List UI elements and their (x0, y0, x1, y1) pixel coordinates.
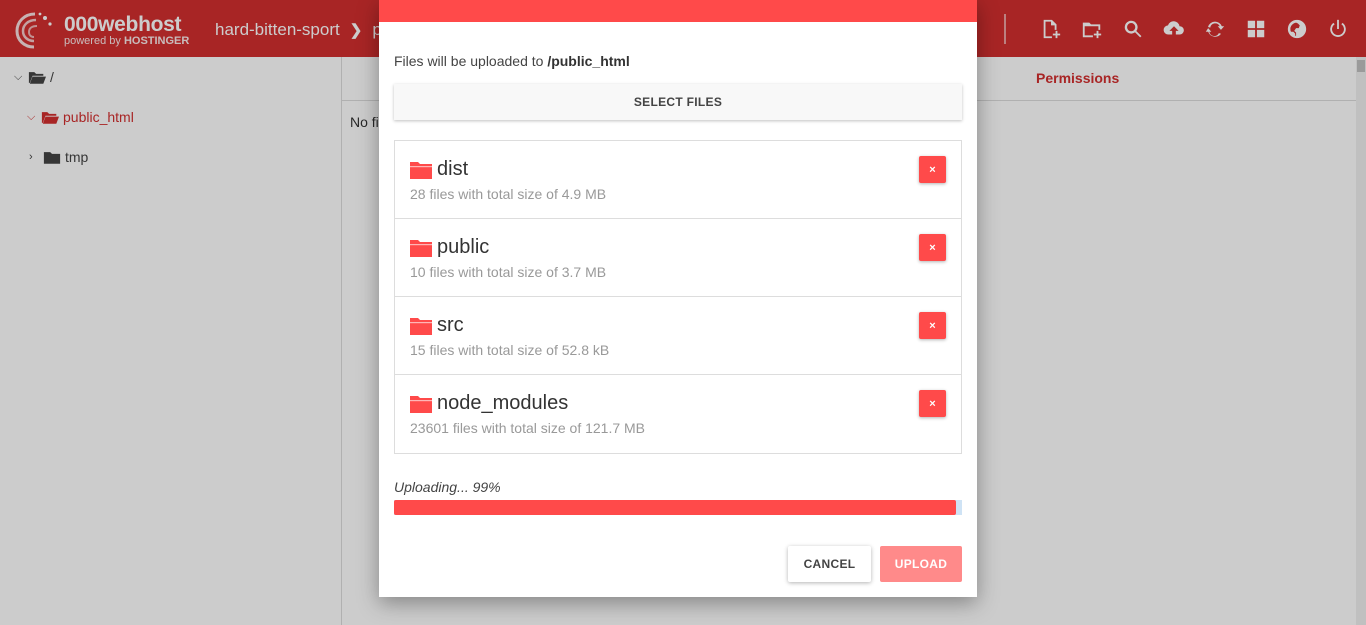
selected-files-list: dist 28 files with total size of 4.9 MB … (394, 140, 962, 454)
select-files-button[interactable]: SELECT FILES (394, 84, 962, 120)
upload-destination-path: /public_html (547, 53, 630, 69)
list-item: dist 28 files with total size of 4.9 MB … (395, 141, 961, 219)
file-name: dist (437, 158, 469, 180)
remove-file-button[interactable]: × (919, 390, 946, 417)
dialog-header-bar (379, 0, 977, 22)
file-info: 28 files with total size of 4.9 MB (410, 186, 607, 202)
upload-submit-button[interactable]: UPLOAD (880, 546, 962, 582)
upload-destination: Files will be uploaded to /public_html (394, 53, 630, 69)
upload-destination-prefix: Files will be uploaded to (394, 53, 544, 69)
upload-progress-bar (394, 500, 962, 515)
folder-icon (410, 395, 432, 413)
folder-icon (410, 317, 432, 335)
list-item: public 10 files with total size of 3.7 M… (395, 219, 961, 297)
upload-progress-fill (394, 500, 957, 515)
folder-icon (410, 161, 432, 179)
remove-file-button[interactable]: × (919, 312, 946, 339)
file-name: node_modules (437, 392, 569, 414)
file-name: src (437, 314, 464, 336)
file-info: 10 files with total size of 3.7 MB (410, 264, 607, 280)
remove-file-button[interactable]: × (919, 234, 946, 261)
list-item: src 15 files with total size of 52.8 kB … (395, 297, 961, 375)
file-info: 15 files with total size of 52.8 kB (410, 342, 610, 358)
file-info: 23601 files with total size of 121.7 MB (410, 420, 646, 436)
upload-status: Uploading... 99% (394, 479, 501, 495)
list-item: node_modules 23601 files with total size… (395, 375, 961, 453)
remove-file-button[interactable]: × (919, 156, 946, 183)
folder-icon (410, 239, 432, 257)
upload-dialog: Files will be uploaded to /public_html S… (379, 0, 977, 597)
file-name: public (437, 236, 490, 258)
cancel-button[interactable]: CANCEL (788, 546, 871, 582)
